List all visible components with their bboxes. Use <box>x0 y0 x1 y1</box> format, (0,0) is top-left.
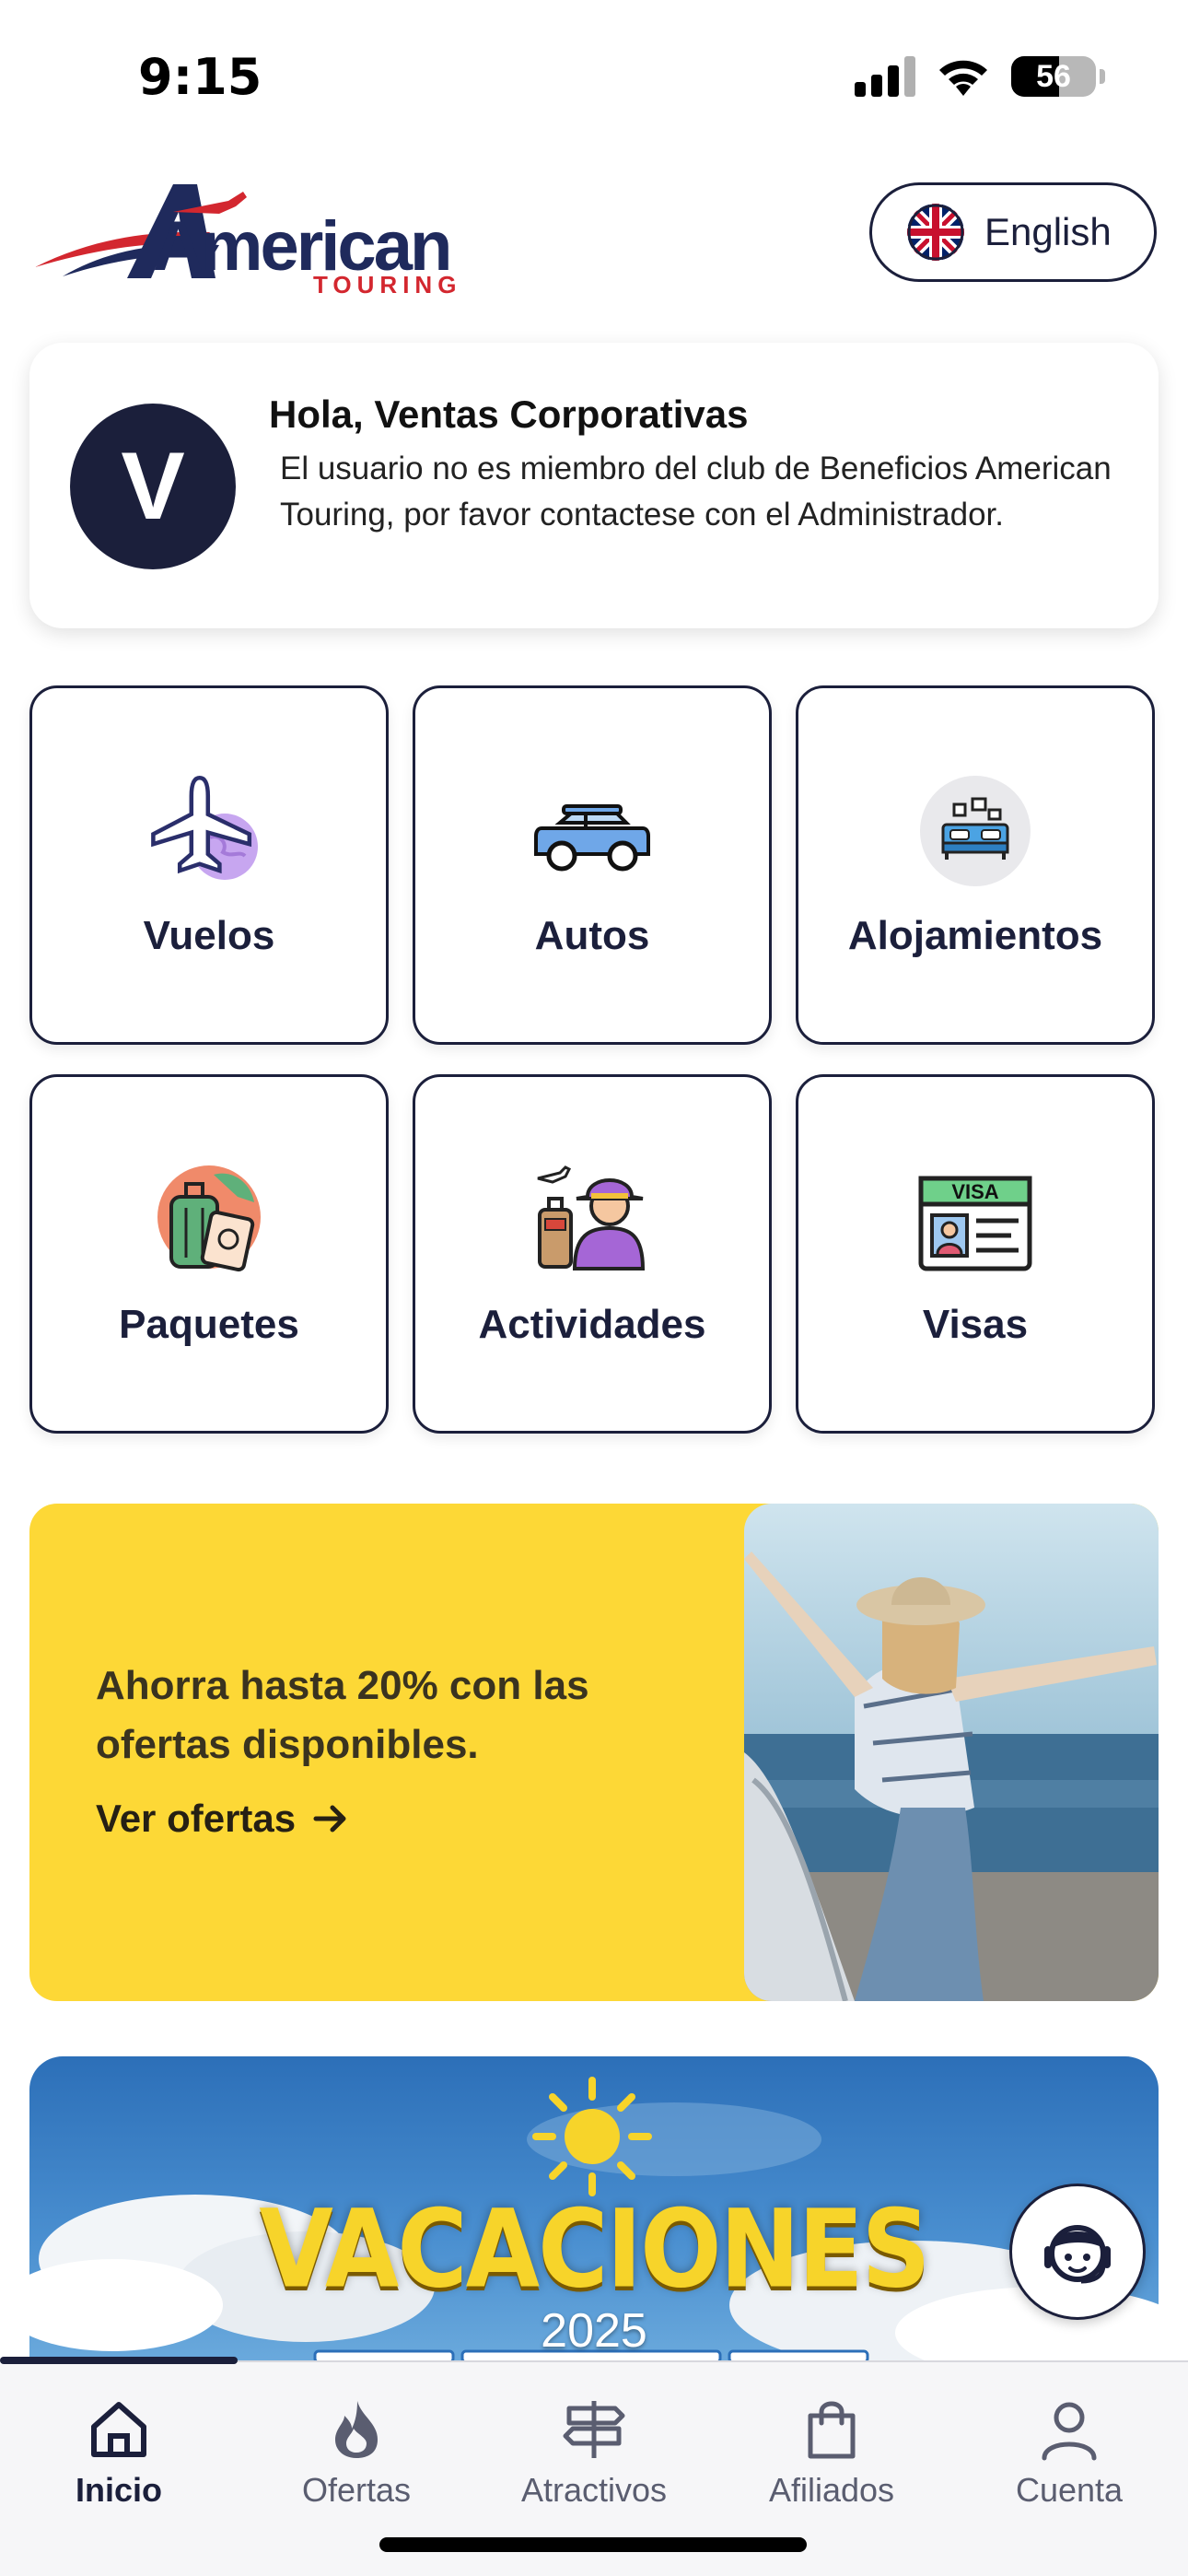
service-label: Visas <box>922 1302 1029 1347</box>
status-bar: 9:15 56 <box>0 0 1188 157</box>
service-tile-actividades[interactable]: Actividades <box>413 1074 772 1434</box>
nav-item-ofertas[interactable]: Ofertas <box>238 2397 475 2510</box>
language-button[interactable]: English <box>869 182 1157 282</box>
nav-label: Inicio <box>75 2471 162 2509</box>
banner-title: VACACIONES <box>259 2185 930 2313</box>
view-offers-label: Ver ofertas <box>96 1797 297 1840</box>
service-tile-autos[interactable]: Autos <box>413 685 772 1045</box>
promo-photo-traveler <box>744 1504 1159 2001</box>
svg-text:VISA: VISA <box>951 1180 998 1203</box>
promo-text: Ahorra hasta 20% con las ofertas disponi… <box>96 1663 589 1767</box>
american-touring-logo: American TOURING <box>35 175 456 299</box>
banner-year: 2025 <box>541 2304 647 2358</box>
service-label: Alojamientos <box>847 913 1103 958</box>
luggage-passport-icon <box>157 1165 261 1272</box>
service-tile-alojamientos[interactable]: Alojamientos <box>796 685 1155 1045</box>
greeting-card: V Hola, Ventas Corporativas El usuario n… <box>29 343 1159 628</box>
membership-message: El usuario no es miembro del club de Ben… <box>280 451 1112 533</box>
service-label: Actividades <box>478 1302 706 1347</box>
logo-subtitle: TOURING <box>313 271 462 299</box>
user-icon <box>1042 2402 1097 2461</box>
shopping-bag-icon <box>808 2401 856 2459</box>
support-chat-button[interactable] <box>1009 2184 1146 2320</box>
arrow-right-icon <box>313 1805 346 1832</box>
nav-label: Afiliados <box>768 2471 895 2509</box>
service-label: Autos <box>534 913 650 958</box>
car-icon <box>534 804 650 872</box>
hotel-bed-icon <box>920 776 1031 886</box>
nav-item-inicio[interactable]: Inicio <box>0 2397 238 2510</box>
offers-promo-banner[interactable]: Ahorra hasta 20% con las ofertas disponi… <box>29 1504 1159 2001</box>
service-tile-vuelos[interactable]: Vuelos <box>29 685 389 1045</box>
view-offers-link[interactable]: Ver ofertas <box>96 1797 349 1841</box>
service-tile-visas[interactable]: VISA Visas <box>796 1074 1155 1434</box>
service-label: Paquetes <box>119 1302 299 1347</box>
nav-label: Ofertas <box>301 2471 412 2509</box>
vacaciones-banner[interactable]: VACACIONES 2025 <box>29 2056 1159 2360</box>
active-tab-indicator <box>0 2357 238 2364</box>
visa-card-icon: VISA <box>918 1176 1032 1271</box>
status-time: 9:15 <box>138 48 262 106</box>
battery-icon: 56 <box>1011 56 1096 97</box>
app-header: American TOURING English <box>0 166 1188 304</box>
language-label: English <box>984 210 1112 253</box>
airplane-globe-icon <box>151 775 258 880</box>
nav-item-afiliados[interactable]: Afiliados <box>713 2397 950 2510</box>
service-label: Vuelos <box>143 913 275 958</box>
nav-label: Cuenta <box>1015 2471 1124 2509</box>
signpost-icon <box>563 2401 625 2458</box>
wifi-icon <box>939 60 987 96</box>
greeting-title: Hola, Ventas Corporativas <box>269 392 749 436</box>
home-icon <box>91 2402 146 2457</box>
avatar: V <box>70 404 236 569</box>
battery-level: 56 <box>1036 58 1071 94</box>
support-agent-icon <box>1044 2225 1111 2284</box>
traveler-icon <box>537 1165 646 1270</box>
signal-icon <box>855 56 915 97</box>
flame-icon <box>335 2401 378 2458</box>
status-icons: 56 <box>855 55 1105 98</box>
nav-item-cuenta[interactable]: Cuenta <box>950 2397 1188 2510</box>
nav-item-atractivos[interactable]: Atractivos <box>475 2397 713 2510</box>
nav-label: Atractivos <box>520 2471 668 2509</box>
sun-icon <box>532 2077 652 2196</box>
uk-flag-icon <box>907 204 964 261</box>
home-indicator <box>379 2537 807 2552</box>
service-tile-paquetes[interactable]: Paquetes <box>29 1074 389 1434</box>
